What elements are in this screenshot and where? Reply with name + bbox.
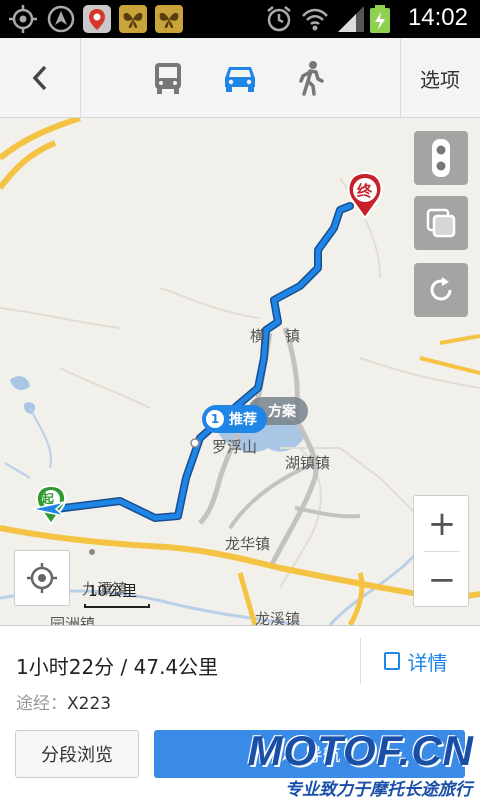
refresh-icon <box>430 277 452 301</box>
alternative-route-label: 方案 <box>268 404 296 420</box>
route-summary: 1小时22分 / 47.4公里 <box>16 655 219 679</box>
end-marker-label: 终 <box>357 182 373 200</box>
car-icon <box>225 67 255 92</box>
place-label: 湖镇镇 <box>285 454 331 472</box>
place-label: 龙溪镇 <box>255 610 301 625</box>
crosshair-icon <box>27 563 57 593</box>
traffic-light-icon <box>432 139 450 177</box>
navigate-arrow-icon <box>281 746 296 761</box>
lake <box>10 376 36 414</box>
mode-bus[interactable] <box>133 38 203 118</box>
wifi-icon <box>302 8 328 31</box>
bus-icon <box>155 63 181 94</box>
details-button[interactable]: 详情 <box>360 638 470 684</box>
river <box>4 407 52 479</box>
details-label: 详情 <box>407 650 448 675</box>
highway <box>419 334 480 375</box>
alarm-icon <box>267 6 291 32</box>
scale-label: 10公里 <box>88 582 138 600</box>
zoom-out-button[interactable]: − <box>414 552 470 608</box>
mode-walk[interactable] <box>276 38 346 118</box>
via-value: X223 <box>67 694 112 714</box>
signal-icon <box>338 6 364 32</box>
place-label: 横 <box>250 327 266 345</box>
minor-road <box>59 177 381 409</box>
route-info-panel: 1小时22分 / 47.4公里 详情 途经：X223 分段浏览 导航 <box>0 625 480 800</box>
chevron-left-icon <box>32 65 47 91</box>
refresh-button[interactable] <box>414 263 468 317</box>
mode-car[interactable] <box>205 38 275 118</box>
layers-icon <box>426 208 456 238</box>
traffic-toggle-button[interactable] <box>414 131 468 185</box>
recommended-route-label: 推荐 <box>229 412 257 428</box>
place-label: 镇 <box>285 327 301 345</box>
walk-icon <box>299 61 324 96</box>
via-label: 途经： <box>16 694 67 714</box>
options-button[interactable]: 选项 <box>400 38 480 118</box>
place-label: 园洲镇 <box>50 615 96 625</box>
status-bar: 14:02 <box>0 0 480 38</box>
gps-icon <box>9 5 37 33</box>
battery-icon <box>370 5 390 33</box>
place-label: 罗浮山 <box>212 438 258 456</box>
butterfly-icon <box>119 5 147 33</box>
poi-dot <box>190 438 200 448</box>
status-time: 14:02 <box>407 4 468 31</box>
navigate-button[interactable]: 导航 <box>154 730 465 778</box>
zoom-in-button[interactable]: + <box>414 496 470 552</box>
map-scale: 10公里 <box>84 580 150 610</box>
map-view[interactable]: 横 镇 罗浮山 湖镇镇 龙华镇 龙溪镇 九潭镇 园洲镇 起 终 方案 1 推荐 <box>0 118 480 625</box>
via-row: 途经：X223 <box>16 689 111 714</box>
route-mode-bar: 选项 <box>0 38 480 118</box>
place-label: 龙华镇 <box>225 535 271 553</box>
poi-dot <box>89 549 95 555</box>
butterfly-icon <box>155 5 183 33</box>
highway <box>0 118 81 190</box>
divider <box>80 38 81 118</box>
scale-bar <box>84 604 150 608</box>
recommended-route-tag[interactable]: 1 推荐 <box>202 405 267 433</box>
navigation-icon <box>47 5 75 33</box>
zoom-control: + − <box>413 495 469 607</box>
baidu-map-icon <box>83 5 111 33</box>
back-button[interactable] <box>0 38 80 118</box>
layers-button[interactable] <box>414 196 468 250</box>
document-icon <box>383 652 400 670</box>
locate-me-button[interactable] <box>14 550 70 606</box>
segment-browse-button[interactable]: 分段浏览 <box>15 730 139 778</box>
location-arrow-icon <box>31 501 65 517</box>
route-number-badge: 1 <box>206 410 224 428</box>
navigate-label: 导航 <box>304 745 341 766</box>
